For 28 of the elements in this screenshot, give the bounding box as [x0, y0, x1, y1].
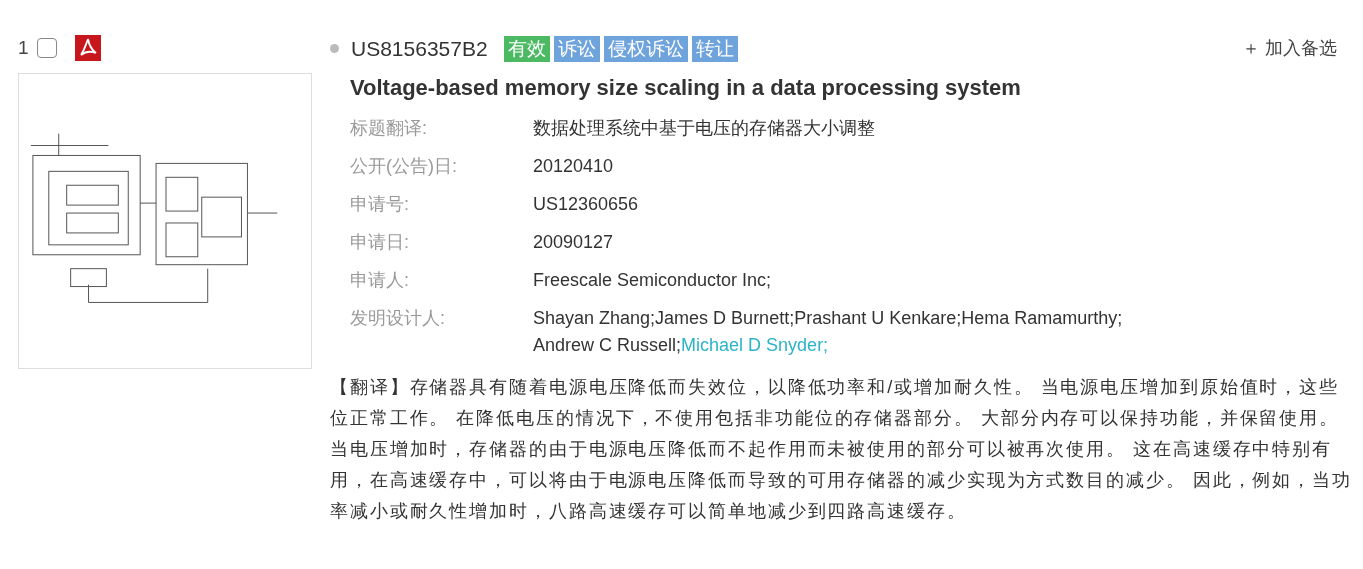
- inventor-name: Hema Ramamurthy;: [961, 306, 1123, 330]
- bullet-icon: [330, 44, 339, 54]
- field-label: 发明设计人:: [350, 306, 446, 330]
- field-label: 标题翻译:: [350, 116, 428, 140]
- status-tag: 诉讼: [553, 35, 600, 62]
- checkbox[interactable]: [36, 38, 57, 59]
- status-tag: 有效: [503, 35, 550, 62]
- field-value: 20120410: [533, 154, 614, 178]
- pdf-icon[interactable]: [74, 35, 101, 62]
- field-value: US12360656: [533, 192, 639, 216]
- field-label: 申请号:: [350, 192, 410, 216]
- field-label: 申请日:: [350, 230, 410, 254]
- add-to-shortlist-button[interactable]: ＋ 加入备选: [1242, 35, 1337, 63]
- status-tag: 侵权诉讼: [603, 35, 688, 62]
- inventor-name: Andrew C Russell;: [533, 333, 682, 357]
- inventor-name: Prashant U Kenkare;: [794, 306, 962, 330]
- abstract-text: 【翻译】存储器具有随着电源电压降低而失效位，以降低功率和/或增加耐久性。 当电源电压增加到原始值时，这些位正常工作。 在降低电压的情况下，不使用包括非功能位的存储器部分。 大部分内存可以保持功能，并保留使用。当电压增加时，存储器的由于电源电压降低而不起作用而未被使用的部分可以被再次使用。 这在高速缓存中特别有用，在高速缓存中，可以将由于电源电压降低而导致的可用存储器的减少实现为方式数目的减少。 因此，例如，当功率减小或耐久性增加时，八路高速缓存可以简单地减少到四路高速缓存。: [330, 374, 1353, 523]
- patent-title[interactable]: Voltage-based memory size scaling in a data processing system: [350, 70, 1353, 104]
- field-label: 申请人:: [350, 268, 410, 292]
- result-number: 1: [18, 36, 29, 60]
- field-value: 数据处理系统中基于电压的存储器大小调整: [533, 116, 875, 140]
- patent-number[interactable]: US8156357B2: [351, 33, 488, 65]
- status-tag: 转让: [691, 35, 738, 62]
- field-label: 公开(公告)日:: [350, 154, 458, 178]
- field-value: Freescale Semiconductor Inc;: [533, 268, 772, 292]
- inventor-name: James D Burnett;: [655, 306, 795, 330]
- field-value: 20090127: [533, 230, 614, 254]
- inventor-name: Shayan Zhang;: [533, 306, 656, 330]
